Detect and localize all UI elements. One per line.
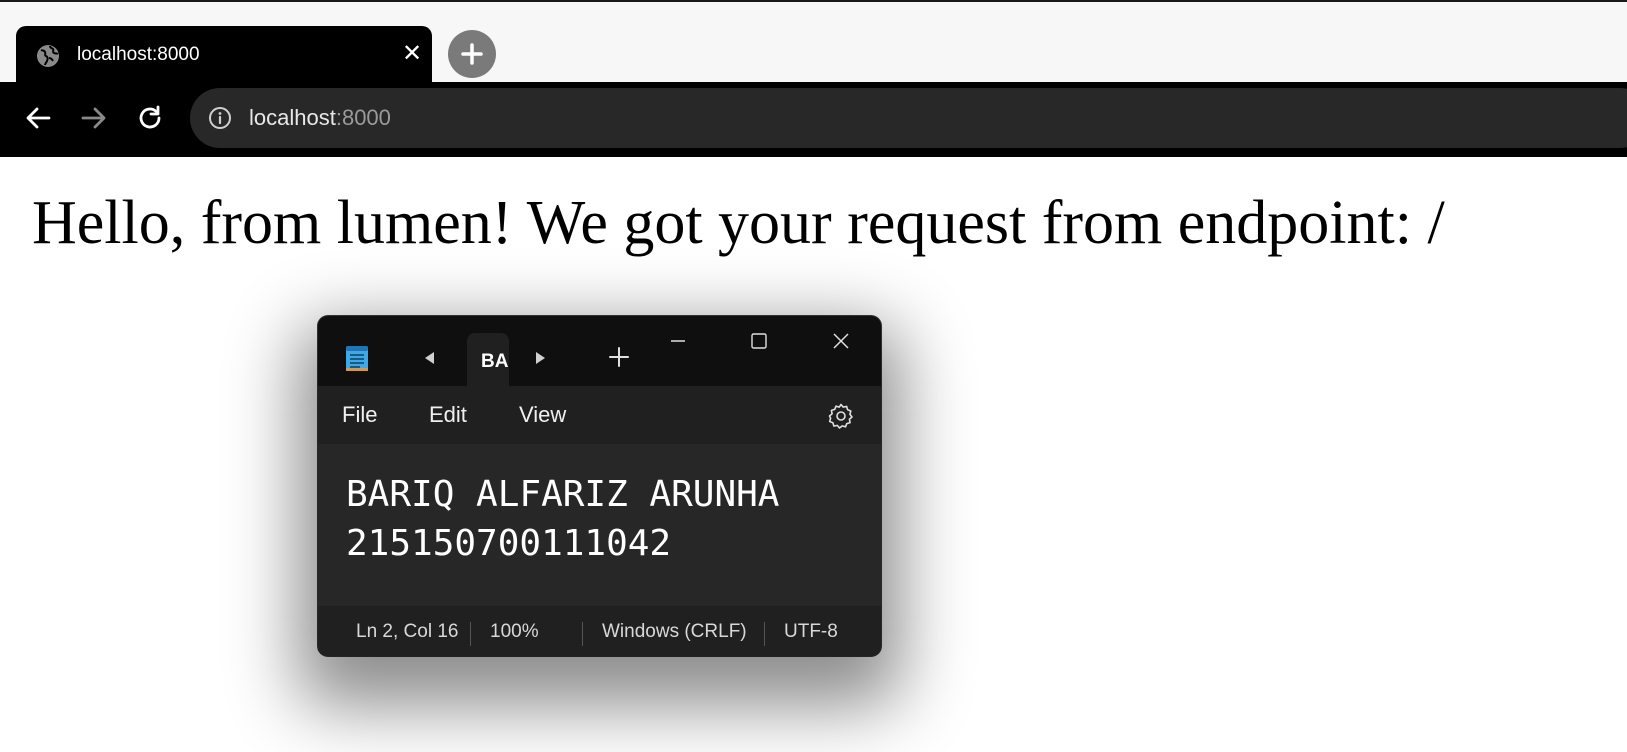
browser-tab-strip: localhost:8000 ✕ <box>0 0 1627 86</box>
minimize-button[interactable] <box>658 326 698 356</box>
menu-view[interactable]: View <box>519 402 566 428</box>
forward-button[interactable] <box>74 98 114 138</box>
url-port: :8000 <box>335 105 391 130</box>
status-divider <box>470 622 471 646</box>
arrow-right-icon <box>81 107 106 129</box>
text-line: BARIQ ALFARIZ ARUNHA <box>346 474 780 515</box>
notepad-menubar: File Edit View <box>318 386 881 444</box>
info-icon[interactable] <box>208 106 232 130</box>
plus-icon <box>461 43 483 65</box>
status-line-ending[interactable]: Windows (CRLF) <box>602 621 747 643</box>
arrow-left-icon <box>26 107 51 129</box>
notepad-icon <box>345 344 369 372</box>
tab-title: localhost:8000 <box>77 44 200 65</box>
notepad-titlebar[interactable]: BARIQ ALFARIZ ARUNHA <box>318 316 881 386</box>
minimize-icon <box>671 340 685 342</box>
new-tab-button[interactable] <box>448 30 496 78</box>
gear-icon[interactable] <box>827 402 855 430</box>
address-url: localhost:8000 <box>249 105 391 131</box>
menu-edit[interactable]: Edit <box>429 402 467 428</box>
status-zoom[interactable]: 100% <box>490 621 539 643</box>
scroll-tabs-right-button[interactable] <box>528 346 552 370</box>
page-heading: Hello, from lumen! We got your request f… <box>32 189 1445 257</box>
notepad-tab-label: BARIQ ALFARIZ ARUNHA <box>481 351 509 372</box>
plus-icon <box>609 347 629 367</box>
browser-tab[interactable]: localhost:8000 ✕ <box>16 26 432 86</box>
globe-icon <box>36 44 60 68</box>
add-tab-button[interactable] <box>606 344 632 370</box>
close-window-button[interactable] <box>821 326 861 356</box>
text-line: 215150700111042 <box>346 523 672 564</box>
close-icon <box>833 333 849 349</box>
notepad-tab[interactable]: BARIQ ALFARIZ ARUNHA <box>467 333 509 386</box>
status-divider <box>582 622 583 646</box>
notepad-text-area[interactable]: BARIQ ALFARIZ ARUNHA 215150700111042 <box>318 444 881 606</box>
reload-icon <box>139 105 161 129</box>
status-encoding[interactable]: UTF-8 <box>784 621 838 643</box>
notepad-window[interactable]: BARIQ ALFARIZ ARUNHA File Edit View <box>318 316 881 656</box>
notepad-statusbar: Ln 2, Col 16 100% Windows (CRLF) UTF-8 <box>318 606 881 656</box>
scroll-tabs-left-button[interactable] <box>418 346 442 370</box>
reload-button[interactable] <box>130 98 170 138</box>
status-divider <box>764 622 765 646</box>
maximize-icon <box>751 333 767 349</box>
close-icon[interactable]: ✕ <box>398 40 426 68</box>
maximize-button[interactable] <box>739 326 779 356</box>
address-bar[interactable]: localhost:8000 <box>190 88 1627 148</box>
status-cursor-position: Ln 2, Col 16 <box>356 621 459 642</box>
menu-file[interactable]: File <box>342 402 377 428</box>
browser-toolbar: localhost:8000 <box>0 82 1627 157</box>
back-button[interactable] <box>18 98 58 138</box>
url-host: localhost <box>249 105 336 130</box>
